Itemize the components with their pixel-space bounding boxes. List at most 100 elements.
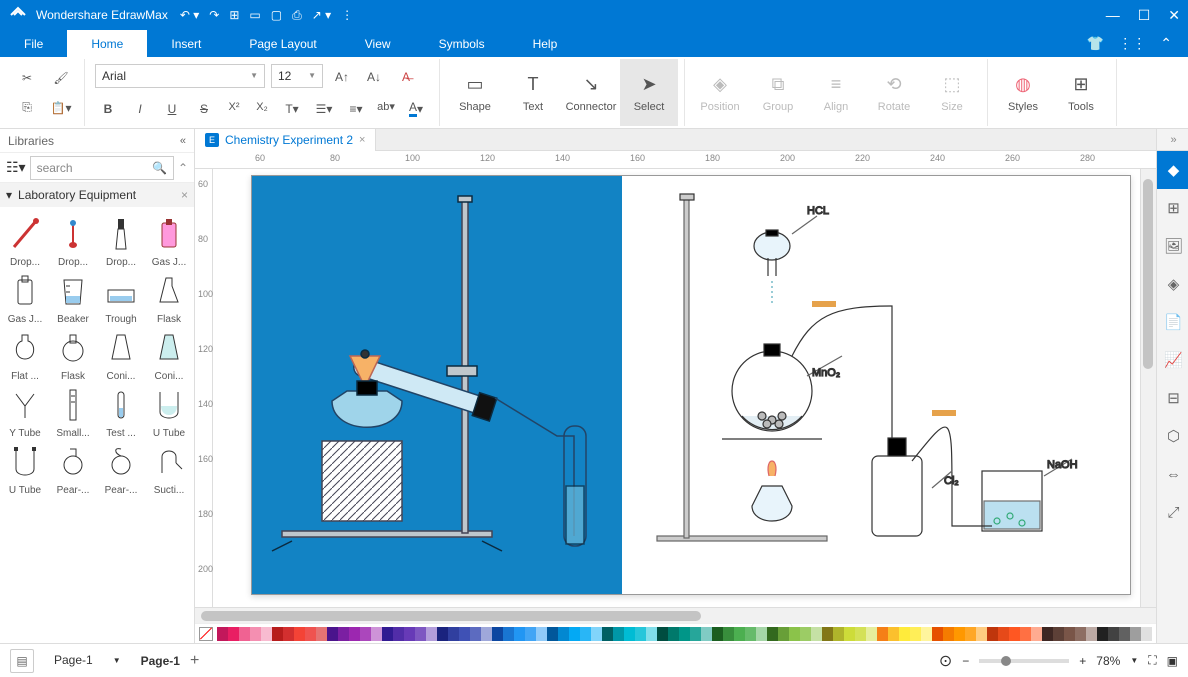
color-swatch[interactable] xyxy=(250,627,261,641)
color-swatch[interactable] xyxy=(668,627,679,641)
color-swatch[interactable] xyxy=(338,627,349,641)
copy-button[interactable]: ⎘ xyxy=(14,95,40,121)
color-swatch[interactable] xyxy=(591,627,602,641)
color-swatch[interactable] xyxy=(844,627,855,641)
color-swatch[interactable] xyxy=(767,627,778,641)
grid-tab[interactable]: ⊞ xyxy=(1157,189,1188,227)
close-category-button[interactable]: × xyxy=(181,188,188,202)
color-swatch[interactable] xyxy=(1020,627,1031,641)
no-fill-swatch[interactable] xyxy=(199,627,213,641)
color-swatch[interactable] xyxy=(217,627,228,641)
layers-tab[interactable]: ◈ xyxy=(1157,265,1188,303)
cut-button[interactable]: ✂ xyxy=(14,65,40,91)
library-item[interactable]: U Tube xyxy=(146,384,192,439)
size-button[interactable]: ⬚Size xyxy=(923,59,981,126)
color-swatch[interactable] xyxy=(976,627,987,641)
menu-file[interactable]: File xyxy=(0,30,67,57)
color-swatch[interactable] xyxy=(1064,627,1075,641)
document-tab[interactable]: E Chemistry Experiment 2 × xyxy=(195,129,376,151)
color-swatch[interactable] xyxy=(789,627,800,641)
decrease-font-button[interactable]: A↓ xyxy=(361,64,387,90)
color-swatch[interactable] xyxy=(712,627,723,641)
color-swatch[interactable] xyxy=(459,627,470,641)
color-swatch[interactable] xyxy=(1141,627,1152,641)
shapes-tab[interactable]: ⬡ xyxy=(1157,417,1188,455)
color-swatch[interactable] xyxy=(888,627,899,641)
presentation-button[interactable]: ⊙ xyxy=(939,651,952,671)
color-swatch[interactable] xyxy=(1086,627,1097,641)
library-item[interactable]: Drop... xyxy=(2,213,48,268)
color-swatch[interactable] xyxy=(1119,627,1130,641)
subscript-button[interactable]: X₂ xyxy=(251,96,273,118)
color-swatch[interactable] xyxy=(316,627,327,641)
library-scroll-up-button[interactable]: ⌃ xyxy=(178,161,188,175)
color-swatch[interactable] xyxy=(756,627,767,641)
fit-page-button[interactable]: ⛶ xyxy=(1148,653,1156,668)
image-tab[interactable]: 🖼 xyxy=(1157,227,1188,265)
color-swatch[interactable] xyxy=(360,627,371,641)
color-swatch[interactable] xyxy=(602,627,613,641)
library-item[interactable]: Flask xyxy=(50,327,96,382)
color-swatch[interactable] xyxy=(382,627,393,641)
horizontal-scrollbar[interactable] xyxy=(195,607,1156,623)
paste-button[interactable]: 📋▾ xyxy=(48,95,74,121)
color-swatch[interactable] xyxy=(932,627,943,641)
color-swatch[interactable] xyxy=(448,627,459,641)
color-swatch[interactable] xyxy=(492,627,503,641)
position-button[interactable]: ◈Position xyxy=(691,59,749,126)
color-swatch[interactable] xyxy=(822,627,833,641)
canvas[interactable]: HCL MnO₂ xyxy=(213,169,1140,607)
color-swatch[interactable] xyxy=(877,627,888,641)
library-item[interactable]: Coni... xyxy=(98,327,144,382)
color-swatch[interactable] xyxy=(679,627,690,641)
color-swatch[interactable] xyxy=(690,627,701,641)
color-swatch[interactable] xyxy=(558,627,569,641)
color-swatch[interactable] xyxy=(283,627,294,641)
color-swatch[interactable] xyxy=(371,627,382,641)
superscript-button[interactable]: X² xyxy=(223,96,245,118)
theme-tab[interactable]: ◆ xyxy=(1157,151,1188,189)
color-swatch[interactable] xyxy=(657,627,668,641)
menu-symbols[interactable]: Symbols xyxy=(415,30,509,57)
collapse-ribbon-button[interactable]: ⌃ xyxy=(1160,35,1172,52)
color-swatch[interactable] xyxy=(899,627,910,641)
font-size-select[interactable]: 12▼ xyxy=(271,64,323,88)
library-item[interactable]: Small... xyxy=(50,384,96,439)
color-swatch[interactable] xyxy=(261,627,272,641)
color-swatch[interactable] xyxy=(723,627,734,641)
color-swatch[interactable] xyxy=(525,627,536,641)
color-swatch[interactable] xyxy=(613,627,624,641)
maximize-button[interactable]: ☐ xyxy=(1138,7,1151,24)
add-page-button[interactable]: + xyxy=(190,652,199,670)
apps-icon[interactable]: ⋮⋮ xyxy=(1118,35,1146,52)
page[interactable]: HCL MnO₂ xyxy=(251,175,1131,595)
color-swatch[interactable] xyxy=(426,627,437,641)
color-swatch[interactable] xyxy=(1108,627,1119,641)
color-swatch[interactable] xyxy=(965,627,976,641)
bold-button[interactable]: B xyxy=(95,96,121,122)
increase-font-button[interactable]: A↑ xyxy=(329,64,355,90)
color-swatch[interactable] xyxy=(514,627,525,641)
zoom-in-button[interactable]: + xyxy=(1079,654,1086,668)
shape-button[interactable]: ▭Shape xyxy=(446,59,504,126)
color-swatch[interactable] xyxy=(239,627,250,641)
color-swatch[interactable] xyxy=(481,627,492,641)
group-button[interactable]: ⧉Group xyxy=(749,59,807,126)
color-swatch[interactable] xyxy=(503,627,514,641)
rotate-button[interactable]: ⟲Rotate xyxy=(865,59,923,126)
library-item[interactable]: Y Tube xyxy=(2,384,48,439)
bullets-button[interactable]: ☰▾ xyxy=(311,96,337,122)
color-swatch[interactable] xyxy=(954,627,965,641)
redo-button[interactable]: ↷ xyxy=(209,8,219,23)
library-item[interactable]: Trough xyxy=(98,270,144,325)
color-swatch[interactable] xyxy=(272,627,283,641)
color-swatch[interactable] xyxy=(624,627,635,641)
color-swatch[interactable] xyxy=(701,627,712,641)
chart-tab[interactable]: 📈 xyxy=(1157,341,1188,379)
color-swatch[interactable] xyxy=(811,627,822,641)
library-item[interactable]: U Tube xyxy=(2,441,48,496)
styles-button[interactable]: ◍Styles xyxy=(994,59,1052,126)
page-tab-current[interactable]: Page-1 xyxy=(141,654,180,668)
color-swatch[interactable] xyxy=(1053,627,1064,641)
color-swatch[interactable] xyxy=(800,627,811,641)
